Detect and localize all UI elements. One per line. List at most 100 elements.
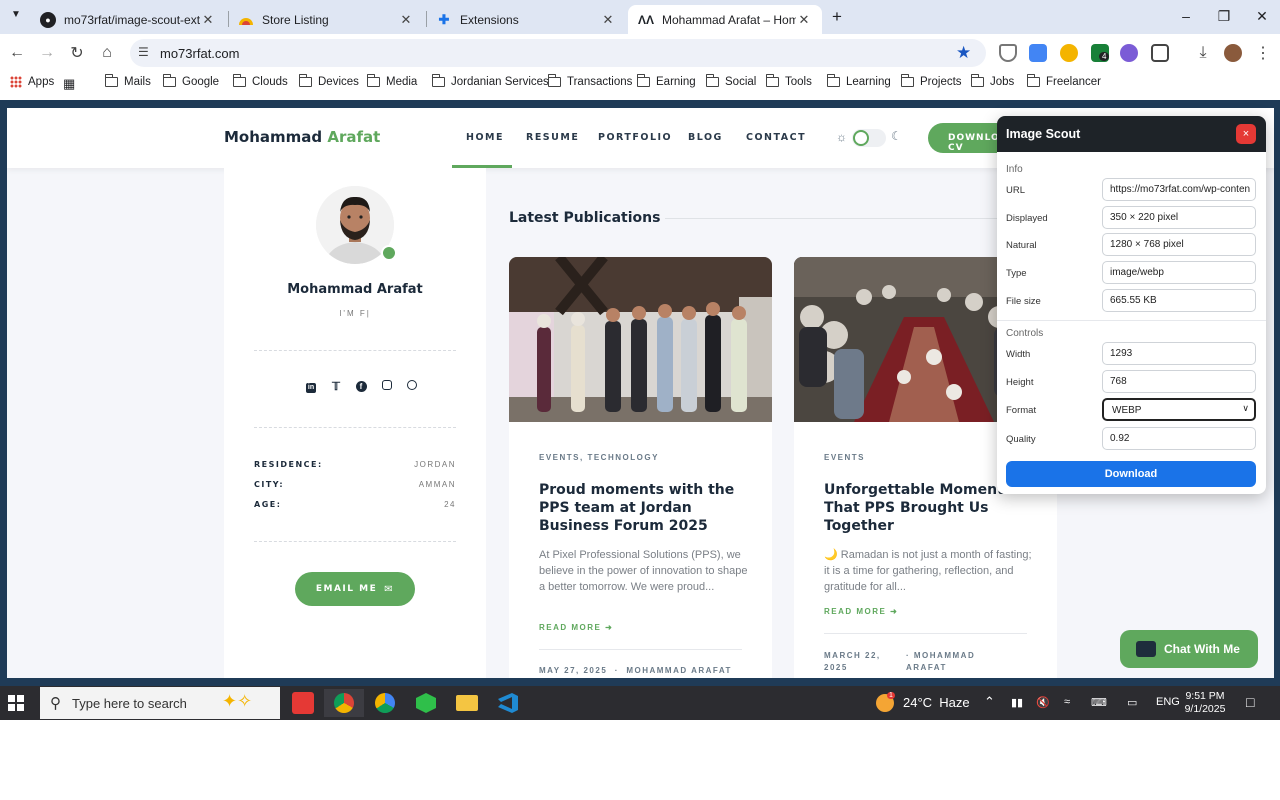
tab-close-icon[interactable]: ✕ xyxy=(200,12,216,28)
facebook-icon[interactable]: f xyxy=(354,380,368,392)
section-title: Latest Publications xyxy=(509,210,661,226)
bookmark-learning[interactable]: Learning xyxy=(826,74,891,88)
tab-groups-icon[interactable]: ▦ xyxy=(63,76,75,92)
width-input[interactable]: 1293 xyxy=(1102,342,1256,365)
minimize-button[interactable]: – xyxy=(1176,8,1196,24)
language-indicator[interactable]: ENG xyxy=(1156,696,1180,708)
taskbar-clock[interactable]: 9:51 PM 9/1/2025 xyxy=(1180,690,1230,716)
speaker-muted-icon[interactable]: 🔇 xyxy=(1036,696,1050,709)
bookmark-clouds[interactable]: Clouds xyxy=(232,74,288,88)
bookmark-jordanian-services[interactable]: Jordanian Services xyxy=(431,74,549,88)
nav-home[interactable]: HOME xyxy=(466,132,504,143)
read-more-link[interactable]: READ MORE ➜ xyxy=(824,607,898,616)
extension-color-icon[interactable] xyxy=(1120,44,1138,62)
home-button[interactable]: ⌂ xyxy=(96,42,118,64)
bookmark-media[interactable]: Media xyxy=(366,74,417,88)
displayed-field[interactable]: 350 × 220 pixel xyxy=(1102,206,1256,229)
notifications-icon[interactable]: □ xyxy=(1246,694,1254,710)
taskbar-chrome-icon[interactable] xyxy=(324,689,364,717)
tab-close-icon[interactable]: ✕ xyxy=(398,12,414,28)
x-icon[interactable]: 𝕋 xyxy=(329,380,343,393)
info-city-value: AMMAN xyxy=(418,480,456,489)
bookmark-earning[interactable]: Earning xyxy=(636,74,696,88)
bookmark-star-icon[interactable]: ★ xyxy=(956,43,971,63)
download-button[interactable]: Download xyxy=(1006,461,1256,487)
post-title[interactable]: Proud moments with the PPS team at Jorda… xyxy=(539,481,749,535)
taskbar-app-k-icon[interactable] xyxy=(406,689,446,717)
read-more-link[interactable]: READ MORE ➜ xyxy=(539,623,613,632)
tab-home[interactable]: ΛΛ Mohammad Arafat – Home ✕ xyxy=(628,5,822,34)
url-field[interactable]: https://mo73rfat.com/wp-conten xyxy=(1102,178,1256,201)
translate-icon[interactable] xyxy=(1029,44,1047,62)
post-author[interactable]: · MOHAMMAD ARAFAT xyxy=(906,650,986,674)
extensions-puzzle-icon[interactable] xyxy=(1151,44,1169,62)
post-image[interactable] xyxy=(509,257,772,422)
close-window-button[interactable]: ✕ xyxy=(1252,8,1272,25)
profile-avatar-icon[interactable] xyxy=(1224,44,1242,62)
bookmark-google[interactable]: Google xyxy=(162,74,219,88)
format-select[interactable]: WEBP ∨ xyxy=(1102,398,1256,421)
bookmark-apps[interactable]: Apps xyxy=(10,76,54,88)
site-logo[interactable]: Mohammad Arafat xyxy=(224,128,380,146)
taskbar-file-explorer-icon[interactable] xyxy=(447,689,487,717)
bookmark-freelancer[interactable]: Freelancer xyxy=(1026,74,1101,88)
site-info-icon[interactable]: ☰ xyxy=(138,45,149,59)
nav-contact[interactable]: CONTACT xyxy=(746,132,806,143)
blog-card[interactable]: EVENTS, TECHNOLOGY Proud moments with th… xyxy=(509,257,772,678)
linkedin-icon[interactable]: in xyxy=(304,380,318,393)
tab-close-icon[interactable]: ✕ xyxy=(600,12,616,28)
extension-shield-icon[interactable] xyxy=(999,44,1017,62)
bookmark-transactions[interactable]: Transactions xyxy=(547,74,632,88)
divider xyxy=(824,633,1027,634)
chevron-up-icon[interactable]: ⌃ xyxy=(984,694,995,710)
bookmark-projects[interactable]: Projects xyxy=(900,74,962,88)
bookmark-social[interactable]: Social xyxy=(705,74,756,88)
post-categories[interactable]: EVENTS xyxy=(824,453,865,462)
keyboard-icon[interactable]: ⌨ xyxy=(1091,696,1107,709)
bookmark-mails[interactable]: Mails xyxy=(104,74,151,88)
display-icon[interactable]: ▭ xyxy=(1127,696,1137,709)
nav-portfolio[interactable]: PORTFOLIO xyxy=(598,132,672,143)
back-button[interactable]: ← xyxy=(6,42,28,64)
bookmark-devices[interactable]: Devices xyxy=(298,74,359,88)
instagram-icon[interactable] xyxy=(380,380,394,393)
maximize-button[interactable]: ❐ xyxy=(1214,8,1234,25)
new-tab-button[interactable]: + xyxy=(832,7,842,27)
menu-dots-icon[interactable]: ⋮ xyxy=(1252,42,1274,64)
address-bar[interactable]: ☰ mo73rfat.com ★ xyxy=(130,39,986,67)
tab-store-listing[interactable]: Store Listing ✕ xyxy=(228,5,424,34)
bookmark-jobs[interactable]: Jobs xyxy=(970,74,1014,88)
windows-start-icon[interactable] xyxy=(8,695,24,711)
taskbar-search[interactable]: ⚲ Type here to search ✦✧ xyxy=(40,687,280,719)
type-field[interactable]: image/webp xyxy=(1102,261,1256,284)
nav-resume[interactable]: RESUME xyxy=(526,132,579,143)
extension-counter-icon[interactable]: 4 xyxy=(1091,44,1110,62)
tab-extensions[interactable]: ✚ Extensions ✕ xyxy=(426,5,626,34)
weather-text[interactable]: 24°C Haze xyxy=(903,695,970,710)
forward-button[interactable]: → xyxy=(36,42,58,64)
email-me-button[interactable]: EMAIL ME ✉ xyxy=(295,572,415,606)
wifi-icon[interactable]: ≈ xyxy=(1064,696,1070,708)
post-author[interactable]: MOHAMMAD ARAFAT xyxy=(626,666,732,675)
height-input[interactable]: 768 xyxy=(1102,370,1256,393)
panel-close-button[interactable]: × xyxy=(1236,124,1256,144)
theme-toggle[interactable] xyxy=(852,129,886,147)
natural-field[interactable]: 1280 × 768 pixel xyxy=(1102,233,1256,256)
bookmark-tools[interactable]: Tools xyxy=(765,74,812,88)
whatsapp-icon[interactable] xyxy=(405,380,419,393)
reload-button[interactable]: ↻ xyxy=(66,42,88,64)
quality-input[interactable]: 0.92 xyxy=(1102,427,1256,450)
filesize-field[interactable]: 665.55 KB xyxy=(1102,289,1256,312)
tab-search-button[interactable]: ▼ xyxy=(8,9,24,25)
chat-with-me-button[interactable]: Chat With Me xyxy=(1120,630,1258,668)
extension-icon[interactable] xyxy=(1060,44,1078,62)
post-categories[interactable]: EVENTS, TECHNOLOGY xyxy=(539,453,659,462)
tab-close-icon[interactable]: ✕ xyxy=(796,12,812,28)
taskbar-app-anydesk-icon[interactable] xyxy=(283,689,323,717)
nav-blog[interactable]: BLOG xyxy=(688,132,723,143)
download-icon[interactable]: ⤓ xyxy=(1192,42,1214,64)
battery-icon[interactable]: ▮▮ xyxy=(1011,696,1023,709)
tab-github[interactable]: ● mo73rfat/image-scout-extensio ✕ xyxy=(30,5,226,34)
taskbar-chrome-profile-icon[interactable] xyxy=(365,689,405,717)
taskbar-vscode-icon[interactable] xyxy=(488,689,528,717)
